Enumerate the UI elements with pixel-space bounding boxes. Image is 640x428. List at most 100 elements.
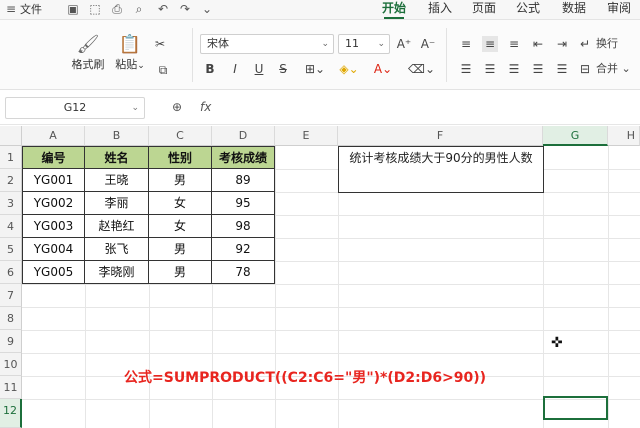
row-header-2[interactable]: 2 bbox=[0, 169, 22, 192]
table-cell[interactable]: YG003 bbox=[22, 215, 85, 238]
gridline bbox=[22, 353, 640, 354]
table-header-cell[interactable]: 考核成绩 bbox=[212, 146, 275, 169]
format-painter-button[interactable]: 🖌 格式刷 bbox=[70, 34, 106, 72]
table-cell[interactable]: 98 bbox=[212, 215, 275, 238]
align-bottom-icon[interactable]: ≡ bbox=[506, 36, 522, 52]
file-menu[interactable]: 文件 bbox=[20, 0, 42, 19]
table-cell[interactable]: YG004 bbox=[22, 238, 85, 261]
print-preview-icon[interactable]: ⌕ bbox=[132, 2, 146, 16]
wrap-label[interactable]: 换行 bbox=[596, 36, 636, 52]
active-cell-g12[interactable] bbox=[543, 396, 608, 420]
row-header-11[interactable]: 11 bbox=[0, 376, 22, 399]
row-header-4[interactable]: 4 bbox=[0, 215, 22, 238]
table-cell[interactable]: 78 bbox=[212, 261, 275, 284]
table-cell[interactable]: 李晓刚 bbox=[85, 261, 149, 284]
border-icon[interactable]: ⊞⌄ bbox=[304, 61, 326, 77]
chevron-down-icon: ⌄ bbox=[321, 39, 329, 49]
font-size-select[interactable]: 11 ⌄ bbox=[338, 34, 390, 54]
tab-insert[interactable]: 插入 bbox=[428, 0, 452, 19]
row-header-6[interactable]: 6 bbox=[0, 261, 22, 284]
align-center-icon[interactable]: ☰ bbox=[482, 61, 498, 77]
strikethrough-icon[interactable]: S bbox=[276, 61, 290, 77]
table-header-cell[interactable]: 性别 bbox=[149, 146, 212, 169]
column-header-d[interactable]: D bbox=[212, 126, 275, 146]
increase-font-icon[interactable]: A⁺ bbox=[396, 36, 412, 52]
export-icon[interactable]: ⬚ bbox=[88, 2, 102, 16]
row-header-3[interactable]: 3 bbox=[0, 192, 22, 215]
cut-icon[interactable]: ✂ bbox=[152, 36, 168, 52]
font-color-icon[interactable]: A⌄ bbox=[372, 61, 394, 77]
indent-increase-icon[interactable]: ⇥ bbox=[554, 36, 570, 52]
distribute-icon[interactable]: ☰ bbox=[554, 61, 570, 77]
align-left-icon[interactable]: ☰ bbox=[458, 61, 474, 77]
column-header-c[interactable]: C bbox=[149, 126, 212, 146]
italic-icon[interactable]: I bbox=[228, 61, 242, 77]
table-cell[interactable]: YG005 bbox=[22, 261, 85, 284]
eraser-icon[interactable]: ⌫⌄ bbox=[408, 61, 435, 77]
decrease-font-icon[interactable]: A⁻ bbox=[420, 36, 436, 52]
table-header-cell[interactable]: 编号 bbox=[22, 146, 85, 169]
zoom-search-icon[interactable]: ⊕ bbox=[172, 100, 182, 114]
table-cell[interactable]: 赵艳红 bbox=[85, 215, 149, 238]
column-header-g[interactable]: G bbox=[543, 126, 608, 146]
copy-icon[interactable]: ⧉ bbox=[152, 62, 174, 78]
undo-icon[interactable]: ↶ bbox=[156, 2, 170, 16]
indent-decrease-icon[interactable]: ⇤ bbox=[530, 36, 546, 52]
table-cell[interactable]: 92 bbox=[212, 238, 275, 261]
fill-color-icon[interactable]: ◈⌄ bbox=[338, 61, 360, 77]
align-middle-icon[interactable]: ≡ bbox=[482, 36, 498, 52]
answer-cell[interactable] bbox=[338, 169, 544, 193]
table-cell[interactable]: 女 bbox=[149, 192, 212, 215]
column-header-a[interactable]: A bbox=[22, 126, 85, 146]
bold-icon[interactable]: B bbox=[203, 61, 217, 77]
column-header-e[interactable]: E bbox=[275, 126, 338, 146]
spreadsheet-grid[interactable]: A B C D E F G H 1 2 3 4 5 6 7 8 9 10 11 … bbox=[0, 126, 640, 428]
wrap-icon[interactable]: ↵ bbox=[578, 36, 592, 52]
tab-data[interactable]: 数据 bbox=[562, 0, 586, 19]
table-cell[interactable]: 89 bbox=[212, 169, 275, 192]
name-box[interactable]: G12 ⌄ bbox=[5, 97, 145, 119]
select-all-corner[interactable] bbox=[0, 126, 22, 146]
row-header-7[interactable]: 7 bbox=[0, 284, 22, 307]
column-header-h[interactable]: H bbox=[608, 126, 640, 146]
tab-review[interactable]: 审阅 bbox=[607, 0, 631, 19]
underline-icon[interactable]: U bbox=[252, 61, 266, 77]
function-icon[interactable]: fx bbox=[200, 100, 211, 114]
table-cell[interactable]: 李丽 bbox=[85, 192, 149, 215]
table-cell[interactable]: 男 bbox=[149, 238, 212, 261]
save-icon[interactable]: ▣ bbox=[66, 2, 80, 16]
table-header-cell[interactable]: 姓名 bbox=[85, 146, 149, 169]
align-top-icon[interactable]: ≡ bbox=[458, 36, 474, 52]
table-cell[interactable]: 张飞 bbox=[85, 238, 149, 261]
table-cell[interactable]: 王晓 bbox=[85, 169, 149, 192]
tab-start[interactable]: 开始 bbox=[382, 0, 406, 19]
row-header-5[interactable]: 5 bbox=[0, 238, 22, 261]
table-cell[interactable]: YG002 bbox=[22, 192, 85, 215]
print-icon[interactable]: ⎙ bbox=[110, 2, 124, 16]
font-name-select[interactable]: 宋体 ⌄ bbox=[200, 34, 334, 54]
column-header-f[interactable]: F bbox=[338, 126, 543, 146]
table-cell[interactable]: 男 bbox=[149, 261, 212, 284]
align-right-icon[interactable]: ☰ bbox=[506, 61, 522, 77]
hamburger-icon[interactable]: ≡ bbox=[4, 2, 18, 16]
row-header-10[interactable]: 10 bbox=[0, 353, 22, 376]
table-cell[interactable]: YG001 bbox=[22, 169, 85, 192]
column-header-b[interactable]: B bbox=[85, 126, 149, 146]
redo-icon[interactable]: ↷ bbox=[178, 2, 192, 16]
table-cell[interactable]: 男 bbox=[149, 169, 212, 192]
question-cell[interactable]: 统计考核成绩大于90分的男性人数 bbox=[338, 146, 544, 170]
ribbon: 🖌 格式刷 📋 粘贴⌄ ✂ ⧉ 宋体 ⌄ 11 ⌄ A⁺ A⁻ B I U S … bbox=[0, 20, 640, 90]
merge-icon[interactable]: ⊟ bbox=[578, 61, 592, 77]
row-header-1[interactable]: 1 bbox=[0, 146, 22, 169]
paste-button[interactable]: 📋 粘贴⌄ bbox=[110, 34, 150, 72]
justify-icon[interactable]: ☰ bbox=[530, 61, 546, 77]
table-cell[interactable]: 95 bbox=[212, 192, 275, 215]
tab-formula[interactable]: 公式 bbox=[516, 0, 540, 19]
row-header-8[interactable]: 8 bbox=[0, 307, 22, 330]
merge-label[interactable]: 合并 ⌄ bbox=[596, 61, 636, 77]
row-header-9[interactable]: 9 bbox=[0, 330, 22, 353]
more-chevron-icon[interactable]: ⌄ bbox=[200, 2, 214, 16]
row-header-12[interactable]: 12 bbox=[0, 399, 22, 428]
tab-page[interactable]: 页面 bbox=[472, 0, 496, 19]
table-cell[interactable]: 女 bbox=[149, 215, 212, 238]
